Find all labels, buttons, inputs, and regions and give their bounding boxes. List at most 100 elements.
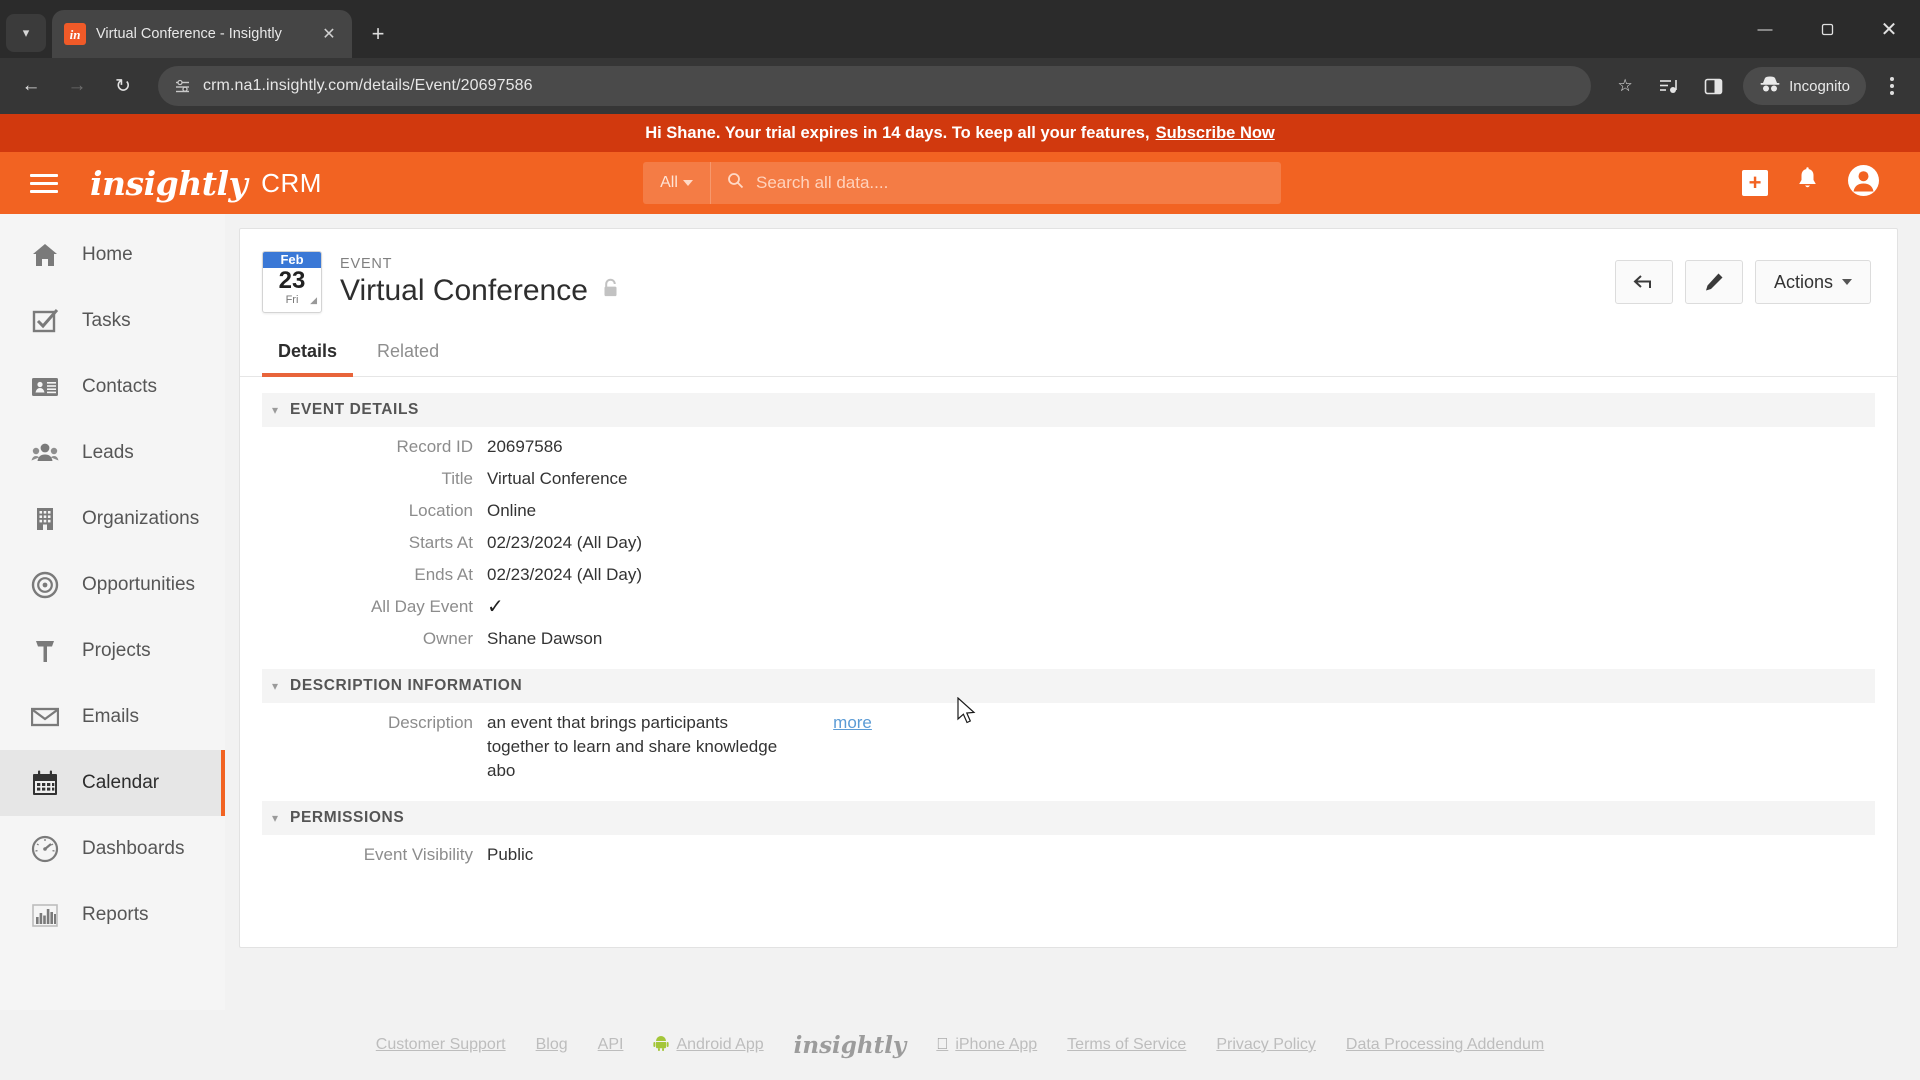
target-icon <box>30 570 60 600</box>
record-sections: ▾ EVENT DETAILS Record ID 20697586 Title… <box>240 377 1897 875</box>
sidebar-item-emails[interactable]: Emails <box>0 684 225 750</box>
field-value: Online <box>487 501 537 520</box>
user-avatar-icon[interactable] <box>1847 164 1880 202</box>
section-header-event-details[interactable]: ▾ EVENT DETAILS <box>262 393 1875 427</box>
side-panel-icon[interactable] <box>1693 66 1733 106</box>
tab-details[interactable]: Details <box>262 331 354 377</box>
edit-button[interactable] <box>1684 260 1743 304</box>
incognito-label: Incognito <box>1789 77 1850 95</box>
footer-link-blog[interactable]: Blog <box>536 1036 568 1054</box>
hamburger-menu-icon[interactable] <box>24 173 68 193</box>
sidebar-item-projects[interactable]: Projects <box>0 618 225 684</box>
record-type-label: EVENT <box>340 256 393 272</box>
sidebar-item-leads[interactable]: Leads <box>0 420 225 486</box>
event-date-badge: Feb 23 Fri <box>262 251 322 313</box>
home-icon <box>30 240 60 270</box>
incognito-hat-icon <box>1759 75 1781 97</box>
footer-iphone-label: iPhone App <box>949 1036 1037 1053</box>
sidebar-item-calendar[interactable]: Calendar <box>0 750 225 816</box>
window-maximize-button[interactable] <box>1796 0 1858 58</box>
footer-link-privacy-policy[interactable]: Privacy Policy <box>1216 1036 1316 1054</box>
bell-icon[interactable] <box>1796 167 1819 199</box>
section-header-description-information[interactable]: ▾ DESCRIPTION INFORMATION <box>262 669 1875 703</box>
subscribe-now-link[interactable]: Subscribe Now <box>1156 124 1275 143</box>
app-header: insightly CRM All Search all data.... + <box>0 152 1920 214</box>
field-label: Title <box>441 469 474 488</box>
sidebar-item-dashboards[interactable]: Dashboards <box>0 816 225 882</box>
forward-arrow-icon[interactable]: → <box>56 65 98 107</box>
tab-close-icon[interactable]: ✕ <box>318 24 340 44</box>
sidebar-item-opportunities[interactable]: Opportunities <box>0 552 225 618</box>
tab-search-chevron-down-icon[interactable]: ▾ <box>6 14 46 52</box>
field-value: Virtual Conference <box>487 469 628 488</box>
field-label: Starts At <box>408 533 473 552</box>
search-scope-selector[interactable]: All <box>643 162 711 204</box>
address-bar-url: crm.na1.insightly.com/details/Event/2069… <box>203 77 533 94</box>
new-tab-button[interactable]: + <box>360 16 396 52</box>
sidebar-item-label: Reports <box>82 904 149 925</box>
footer-link-iphone-app[interactable]:  iPhone App <box>936 1036 1037 1054</box>
browser-toolbar: ← → ↻ crm.na1.insightly.com/details/Even… <box>0 58 1920 114</box>
tab-related[interactable]: Related <box>361 331 455 376</box>
back-arrow-icon[interactable]: ← <box>10 65 52 107</box>
section-header-permissions[interactable]: ▾ PERMISSIONS <box>262 801 1875 835</box>
trial-banner-text: Hi Shane. Your trial expires in 14 days.… <box>645 123 1150 142</box>
description-more-link[interactable]: more <box>833 711 872 783</box>
site-settings-icon[interactable] <box>174 78 191 95</box>
leads-people-icon <box>30 438 60 468</box>
sidebar-item-home[interactable]: Home <box>0 222 225 288</box>
reload-icon[interactable]: ↻ <box>102 65 144 107</box>
address-bar[interactable]: crm.na1.insightly.com/details/Event/2069… <box>158 66 1592 106</box>
field-value: Shane Dawson <box>487 629 603 648</box>
field-label: Record ID <box>396 437 473 456</box>
apple-icon:  <box>936 1036 948 1054</box>
app-name-label: CRM <box>261 167 322 198</box>
footer-link-terms-of-service[interactable]: Terms of Service <box>1067 1036 1186 1054</box>
footer-link-customer-support[interactable]: Customer Support <box>376 1036 506 1054</box>
field-record-id: Record ID 20697586 <box>262 435 1875 459</box>
sidebar-item-label: Leads <box>82 442 134 463</box>
sidebar-item-label: Projects <box>82 640 151 661</box>
browser-tab[interactable]: in Virtual Conference - Insightly ✕ <box>52 10 352 58</box>
insightly-favicon-icon: in <box>64 23 86 45</box>
envelope-icon <box>30 702 60 732</box>
field-label: All Day Event <box>370 597 473 616</box>
search-input[interactable] <box>756 173 1281 193</box>
global-search[interactable]: All <box>643 162 1281 204</box>
window-close-button[interactable]: ✕ <box>1858 0 1920 58</box>
window-minimize-button[interactable]: — <box>1734 0 1796 58</box>
main-content: Feb 23 Fri EVENT Virtual Conference <box>225 214 1920 1010</box>
footer-link-data-processing-addendum[interactable]: Data Processing Addendum <box>1346 1036 1544 1054</box>
media-control-icon[interactable] <box>1649 66 1689 106</box>
insightly-logo[interactable]: insightly <box>90 164 248 203</box>
sidebar-item-label: Opportunities <box>82 574 196 595</box>
chevron-down-icon: ▾ <box>272 403 279 417</box>
task-check-icon <box>30 306 60 336</box>
chevron-down-icon <box>682 180 693 186</box>
field-title: Title Virtual Conference <box>262 467 1875 491</box>
sidebar-item-label: Emails <box>82 706 140 727</box>
sidebar-item-reports[interactable]: Reports <box>0 882 225 948</box>
sidebar-item-contacts[interactable]: Contacts <box>0 354 225 420</box>
description-line: abo <box>487 761 516 780</box>
field-label: Event Visibility <box>363 845 473 864</box>
footer-link-api[interactable]: API <box>598 1036 624 1054</box>
chevron-down-icon: ▾ <box>272 679 279 693</box>
plus-icon[interactable]: + <box>1742 170 1768 196</box>
field-description: Description an event that brings partici… <box>262 711 1875 783</box>
back-button[interactable] <box>1614 260 1673 304</box>
chevron-down-icon <box>1842 279 1852 285</box>
field-value: Public <box>487 845 534 864</box>
sidebar-item-label: Organizations <box>82 508 200 529</box>
actions-button[interactable]: Actions <box>1754 260 1871 304</box>
three-dot-menu-icon[interactable] <box>1874 66 1910 106</box>
sidebar-item-label: Home <box>82 244 133 265</box>
incognito-indicator[interactable]: Incognito <box>1743 67 1866 105</box>
star-icon[interactable]: ☆ <box>1605 66 1645 106</box>
sidebar-item-organizations[interactable]: Organizations <box>0 486 225 552</box>
calendar-icon <box>30 768 60 798</box>
checkmark-icon: ✓ <box>487 596 504 618</box>
field-ends-at: Ends At 02/23/2024 (All Day) <box>262 563 1875 587</box>
sidebar-item-tasks[interactable]: Tasks <box>0 288 225 354</box>
footer-link-android-app[interactable]: Android App <box>653 1035 764 1055</box>
